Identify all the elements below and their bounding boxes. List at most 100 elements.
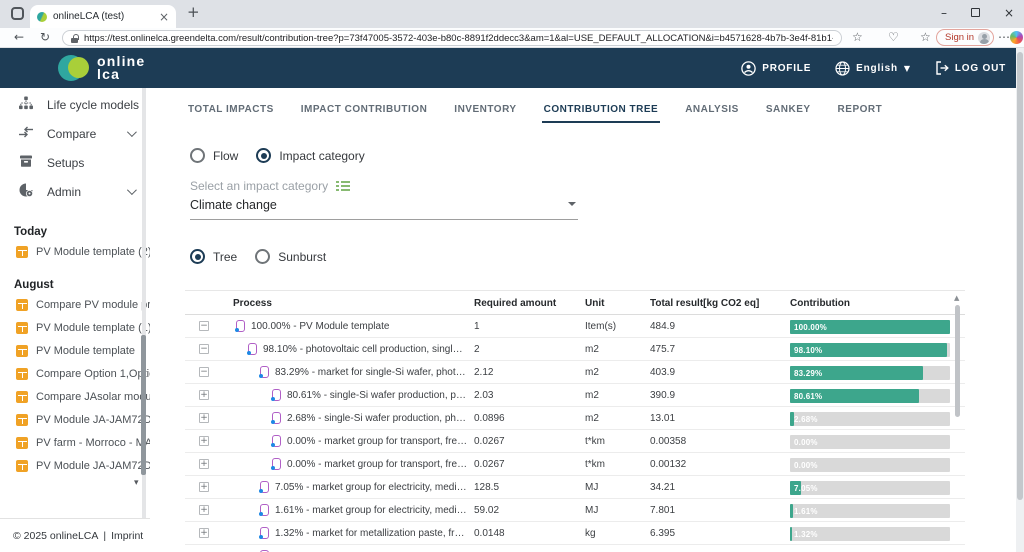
url-text[interactable]: https://test.onlinelca.greendelta.com/re… <box>84 33 833 44</box>
profile-button[interactable]: PROFILE <box>741 61 811 76</box>
table-row[interactable]: +7.05% - market group for electricity, m… <box>185 476 965 499</box>
collapse-icon[interactable]: − <box>199 344 209 354</box>
impact-category-list-icon[interactable] <box>336 180 350 192</box>
expand-icon[interactable]: + <box>199 528 209 538</box>
history-item[interactable]: PV farm - Morroco - MA <box>0 431 150 454</box>
chevron-down-icon <box>127 185 137 195</box>
history-item[interactable]: Compare Option 1,Optio <box>0 362 150 385</box>
sidebar-item-admin[interactable]: Admin <box>0 177 150 206</box>
page-scrollbar[interactable] <box>1016 48 1024 552</box>
history-item-label: PV Module JA-JAM72D1 <box>36 414 150 426</box>
back-icon[interactable]: ← <box>14 30 24 44</box>
tab-actions-icon[interactable] <box>11 7 24 20</box>
table-row[interactable]: +2.68% - single-Si wafer production, pho… <box>185 407 965 430</box>
sidebar-scrollbar[interactable] <box>142 88 146 518</box>
expand-icon[interactable]: + <box>199 459 209 469</box>
process-name: 0.00% - market group for transport, frei… <box>287 459 468 470</box>
process-name: 7.05% - market group for electricity, me… <box>275 482 468 493</box>
tab-report[interactable]: REPORT <box>838 104 883 123</box>
favorites-bar-icon[interactable]: ☆ <box>920 30 931 44</box>
tab-inventory[interactable]: INVENTORY <box>454 104 516 123</box>
history-item[interactable]: PV Module JA-JAM72D1 <box>0 408 150 431</box>
logout-button[interactable]: LOG OUT <box>935 61 1006 75</box>
expand-icon[interactable]: + <box>199 505 209 515</box>
radio-selected-icon[interactable] <box>190 249 205 264</box>
cell-total: 484.9 <box>650 321 675 332</box>
radio-selected-icon[interactable] <box>256 148 271 163</box>
expand-icon[interactable]: + <box>199 436 209 446</box>
radio-flow[interactable]: Flow <box>190 148 238 163</box>
radio-tree[interactable]: Tree <box>190 249 237 264</box>
life-cycle-models-icon <box>18 95 34 114</box>
impact-category-picker[interactable]: Select an impact category <box>190 179 350 193</box>
collapse-icon[interactable]: − <box>199 321 209 331</box>
tab-total-impacts[interactable]: TOTAL IMPACTS <box>188 104 274 123</box>
history-item[interactable]: Compare JAsolar modul <box>0 385 150 408</box>
process-name: 0.00% - market group for transport, frei… <box>287 436 468 447</box>
selected-impact-category: Climate change <box>190 198 277 212</box>
expand-icon[interactable]: + <box>199 390 209 400</box>
history-item[interactable]: PV Module JA-JAM72D1 <box>0 454 150 477</box>
radio-unselected-icon[interactable] <box>255 249 270 264</box>
restore-button[interactable] <box>971 6 980 20</box>
new-tab-button[interactable]: + <box>187 3 200 21</box>
radio-unselected-icon[interactable] <box>190 148 205 163</box>
favorites-star-icon[interactable]: ☆ <box>852 30 863 44</box>
table-row[interactable]: −98.10% - photovoltaic cell production, … <box>185 338 965 361</box>
model-icon <box>16 246 28 258</box>
table-row[interactable]: +80.61% - single-Si wafer production, ph… <box>185 384 965 407</box>
browser-toolbar: ← ↻ https://test.onlinelca.greendelta.co… <box>0 28 1024 48</box>
contribution-bar-fill <box>790 527 792 541</box>
expand-icon[interactable]: + <box>199 482 209 492</box>
collapse-icon[interactable]: − <box>199 367 209 377</box>
sidebar-item-setups[interactable]: Setups <box>0 148 150 177</box>
minimize-button[interactable]: – <box>941 6 947 20</box>
tab-close-icon[interactable]: × <box>159 10 169 24</box>
history-item[interactable]: PV Module template (2) <box>0 240 150 263</box>
browser-tab-strip: onlineLCA (test) × + – × <box>0 0 1024 28</box>
sidebar-item-life-cycle-models[interactable]: Life cycle models <box>0 90 150 119</box>
tab-contribution-tree[interactable]: CONTRIBUTION TREE <box>544 104 659 123</box>
table-row[interactable]: −83.29% - market for single-Si wafer, ph… <box>185 361 965 384</box>
copilot-icon[interactable] <box>1010 31 1023 44</box>
radio-sunburst[interactable]: Sunburst <box>255 249 326 264</box>
more-menu-icon[interactable]: ⋯ <box>998 30 1010 44</box>
sidebar-item-compare[interactable]: Compare <box>0 119 150 148</box>
browser-tab[interactable]: onlineLCA (test) × <box>30 5 176 28</box>
tab-impact-contribution[interactable]: IMPACT CONTRIBUTION <box>301 104 428 123</box>
browser-essentials-icon[interactable]: ♡ <box>888 30 899 44</box>
sign-in-button[interactable]: Sign in <box>936 29 994 46</box>
cell-total: 7.801 <box>650 505 675 516</box>
history-item[interactable]: Compare PV module pro <box>0 293 150 316</box>
column-header-unit: Unit <box>585 298 604 309</box>
process-icon <box>236 320 245 332</box>
contribution-percentage: 100.00% <box>794 323 827 332</box>
model-icon <box>16 437 28 449</box>
history-item[interactable]: PV Module template (1) <box>0 316 150 339</box>
contribution-percentage: 1.61% <box>794 507 818 516</box>
table-row[interactable]: +0.00% - market group for transport, fre… <box>185 453 965 476</box>
tab-analysis[interactable]: ANALYSIS <box>685 104 739 123</box>
imprint-link[interactable]: Imprint <box>111 530 143 542</box>
table-row[interactable]: +1.32% - market for metallization paste,… <box>185 522 965 545</box>
list-scroll-down-icon[interactable]: ▾ <box>134 478 139 488</box>
close-button[interactable]: × <box>1004 6 1014 20</box>
expand-icon[interactable]: + <box>199 413 209 423</box>
table-scrollbar[interactable]: ▲ <box>954 292 962 552</box>
language-selector[interactable]: English ▼ <box>835 61 911 76</box>
history-item[interactable]: PV Module template <box>0 339 150 362</box>
radio-impact-category[interactable]: Impact category <box>256 148 364 163</box>
impact-category-select[interactable]: Climate change <box>190 198 578 220</box>
onlinelca-logo[interactable] <box>58 54 92 82</box>
history-group-title: Today <box>14 226 150 238</box>
table-row[interactable]: +1.61% - market group for electricity, m… <box>185 499 965 522</box>
model-icon <box>16 460 28 472</box>
table-row[interactable]: −100.00% - PV Module template1Item(s)484… <box>185 315 965 338</box>
refresh-icon[interactable]: ↻ <box>40 30 50 44</box>
table-row[interactable]: +0.00% - market group for transport, fre… <box>185 430 965 453</box>
contribution-bar: 1.32% <box>790 527 950 541</box>
select-caret-icon <box>568 202 576 206</box>
table-row[interactable] <box>185 545 965 552</box>
tab-sankey[interactable]: SANKEY <box>766 104 811 123</box>
address-bar[interactable]: https://test.onlinelca.greendelta.com/re… <box>62 30 842 46</box>
